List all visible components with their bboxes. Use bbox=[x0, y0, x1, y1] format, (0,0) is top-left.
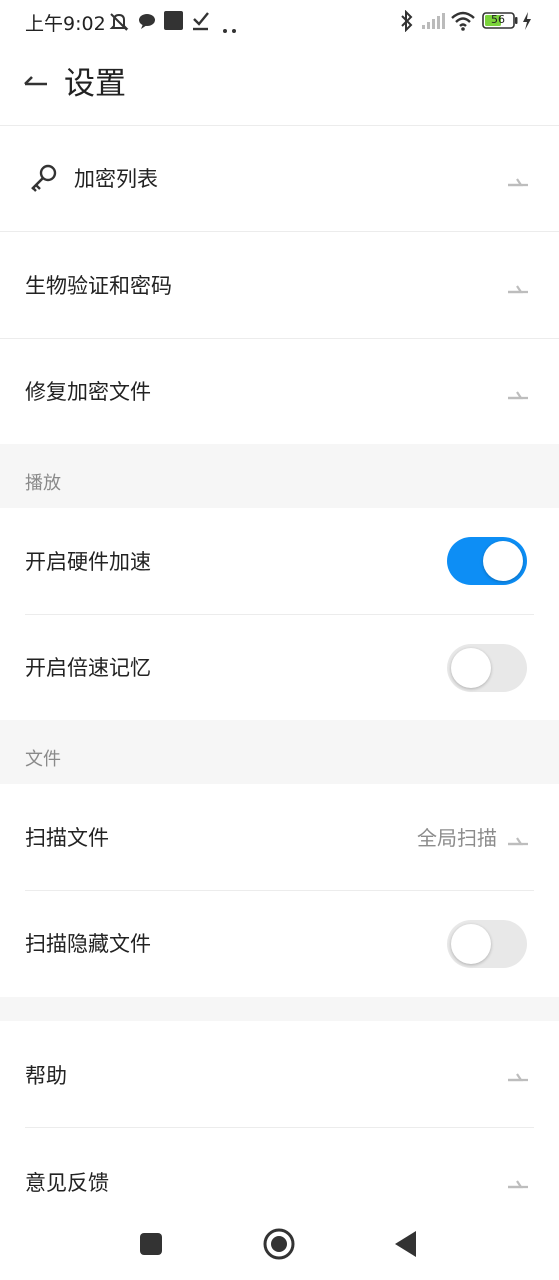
scan-hidden-row: 扫描隐藏文件 bbox=[0, 891, 559, 997]
section-title-files: 文件 bbox=[25, 749, 61, 770]
back-icon bbox=[386, 1231, 426, 1268]
feedback-row[interactable]: 意见反馈 bbox=[0, 1128, 559, 1210]
home-icon bbox=[259, 1228, 299, 1268]
section-title-playback: 播放 bbox=[25, 473, 61, 494]
charging-icon bbox=[522, 12, 532, 34]
chevron-right-icon bbox=[507, 1175, 529, 1189]
chevron-right-icon bbox=[507, 280, 529, 294]
back-button[interactable] bbox=[16, 64, 56, 104]
scan-hidden-toggle[interactable] bbox=[447, 920, 527, 968]
row-label-scan-hidden: 扫描隐藏文件 bbox=[25, 932, 151, 956]
row-label-hardware-accel: 开启硬件加速 bbox=[25, 550, 151, 574]
status-time: 上午9:02 bbox=[25, 13, 106, 35]
repair-encrypted-row[interactable]: 修复加密文件 bbox=[0, 339, 559, 444]
battery-level: 56 bbox=[491, 13, 505, 26]
toggle-knob bbox=[451, 648, 491, 688]
speed-memory-row: 开启倍速记忆 bbox=[0, 615, 559, 720]
app-bar: 设置 bbox=[0, 44, 559, 126]
more-dots-icon bbox=[222, 19, 238, 38]
row-label-speed-memory: 开启倍速记忆 bbox=[25, 656, 151, 680]
encrypted-list-row[interactable]: 加密列表 bbox=[0, 127, 559, 231]
section-header-playback: 播放 bbox=[0, 444, 559, 508]
chat-bubble-icon bbox=[138, 12, 156, 34]
speed-memory-toggle[interactable] bbox=[447, 644, 527, 692]
section-header-files: 文件 bbox=[0, 720, 559, 784]
scan-files-row[interactable]: 扫描文件 全局扫描 bbox=[0, 784, 559, 890]
signal-icon bbox=[421, 12, 445, 34]
biometric-password-row[interactable]: 生物验证和密码 bbox=[0, 232, 559, 338]
wifi-icon bbox=[451, 11, 475, 35]
home-button[interactable] bbox=[259, 1224, 299, 1264]
section-spacer bbox=[0, 997, 559, 1021]
chevron-right-icon bbox=[507, 173, 529, 187]
hardware-accel-row: 开启硬件加速 bbox=[0, 508, 559, 614]
row-label-encrypted-list: 加密列表 bbox=[74, 167, 158, 191]
bluetooth-icon bbox=[400, 9, 414, 36]
status-bar: 上午9:02 56 bbox=[0, 0, 559, 44]
key-icon bbox=[29, 163, 59, 197]
toggle-knob bbox=[451, 924, 491, 964]
chevron-right-icon bbox=[507, 1068, 529, 1082]
row-label-biometric: 生物验证和密码 bbox=[25, 274, 172, 298]
page-title: 设置 bbox=[64, 66, 126, 102]
mute-bell-icon bbox=[108, 11, 130, 37]
system-nav-bar bbox=[0, 1210, 559, 1280]
help-row[interactable]: 帮助 bbox=[0, 1021, 559, 1127]
row-label-repair: 修复加密文件 bbox=[25, 380, 151, 404]
back-arrow-icon bbox=[16, 76, 56, 108]
chevron-right-icon bbox=[507, 832, 529, 846]
hardware-accel-toggle[interactable] bbox=[447, 537, 527, 585]
scan-mode-value: 全局扫描 bbox=[417, 826, 497, 850]
row-label-feedback: 意见反馈 bbox=[25, 1171, 109, 1195]
check-icon bbox=[192, 11, 210, 35]
toggle-knob bbox=[483, 541, 523, 581]
row-label-help: 帮助 bbox=[25, 1064, 67, 1088]
battery-icon: 56 bbox=[482, 12, 518, 29]
recent-apps-button[interactable] bbox=[131, 1224, 171, 1264]
app-square-icon bbox=[164, 11, 183, 34]
row-label-scan-files: 扫描文件 bbox=[25, 826, 109, 850]
back-nav-button[interactable] bbox=[386, 1224, 426, 1264]
chevron-right-icon bbox=[507, 386, 529, 400]
recent-apps-icon bbox=[131, 1233, 171, 1268]
